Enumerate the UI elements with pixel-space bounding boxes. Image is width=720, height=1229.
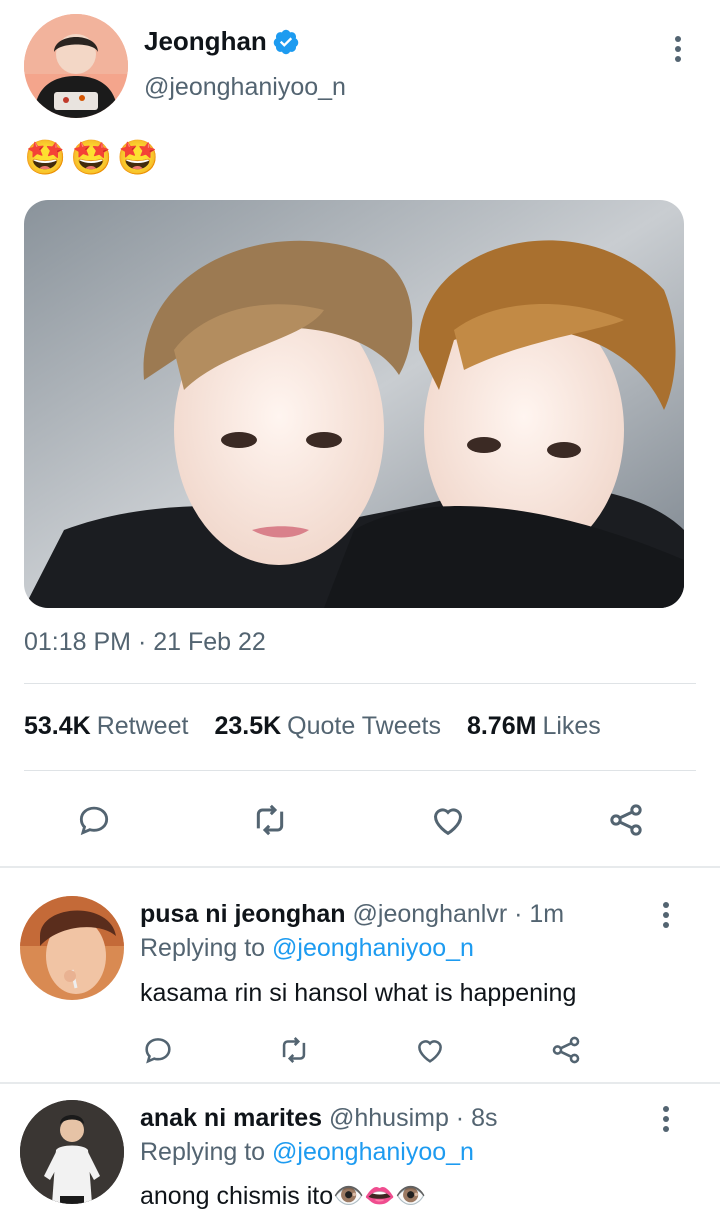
replying-to: Replying to @jeonghaniyoo_n [140,1138,474,1167]
tweet-timestamp[interactable]: 01:18 PM · 21 Feb 22 [24,628,266,657]
reply-author-handle[interactable]: @jeonghanlvr [353,900,508,928]
reply-author-handle[interactable]: @hhusimp [329,1104,449,1132]
tweet-photo[interactable] [24,200,684,608]
reply-dot: · [507,900,530,928]
reply-author-name[interactable]: pusa ni jeonghan [140,900,346,928]
reply-text: anong chismis ito👁️👄👁️ [140,1182,427,1211]
stat-value: 8.76M [466,712,537,740]
stat-label: Retweet [96,712,189,740]
stat-label: Likes [542,712,601,740]
author-avatar[interactable] [24,14,128,118]
reply-tweet[interactable]: pusa ni jeonghan @jeonghanlvr · 1m Reply… [0,868,720,1082]
reply-text: kasama rin si hansol what is happening [140,979,577,1007]
reply-time[interactable]: 8s [471,1104,497,1132]
stat-label: Quote Tweets [287,712,441,740]
reply-time[interactable]: 1m [529,900,564,928]
replying-mention[interactable]: @jeonghaniyoo_n [272,1138,474,1166]
star-struck-emoji: 🤩 [24,139,67,177]
reply-header: anak ni marites @hhusimp · 8s [140,1104,497,1133]
more-icon[interactable] [656,900,676,930]
tweet-stats: 53.4K Retweet 23.5K Quote Tweets 8.76M Like… [24,712,601,741]
more-icon[interactable] [656,1104,676,1134]
share-icon[interactable] [604,798,648,842]
star-struck-emoji: 🤩 [116,139,160,177]
replying-to: Replying to @jeonghaniyoo_n [140,934,474,963]
main-tweet: Jeonghan @jeonghaniyoo_n 🤩 🤩 🤩 01:18 PM … [0,0,720,868]
more-icon[interactable] [666,34,690,64]
stat-value: 53.4K [24,712,91,740]
like-icon[interactable] [408,1028,452,1072]
reply-avatar[interactable] [20,896,124,1000]
divider [24,770,696,771]
divider [24,683,696,684]
like-count[interactable]: 8.76M Likes [467,712,601,741]
retweet-icon[interactable] [248,798,292,842]
replying-prefix: Replying to [140,934,273,962]
reply-icon[interactable] [72,798,116,842]
tweet-actions [0,790,720,850]
reply-tweet[interactable]: anak ni marites @hhusimp · 8s Replying t… [0,1084,720,1229]
author-name[interactable]: Jeonghan [144,26,267,57]
reply-avatar[interactable] [20,1100,124,1204]
like-icon[interactable] [426,798,470,842]
reply-author-name[interactable]: anak ni marites [140,1104,322,1132]
tweet-text: 🤩 🤩 🤩 [24,138,159,178]
verified-badge-icon [273,29,299,55]
reply-dot: · [448,1104,472,1132]
share-icon[interactable] [544,1028,588,1072]
stat-value: 23.5K [214,712,282,740]
eyes-mouth-emoji: 👁️👄👁️ [333,1182,427,1210]
reply-header: pusa ni jeonghan @jeonghanlvr · 1m [140,900,564,929]
retweet-count[interactable]: 53.4K Retweet [24,712,188,741]
author-handle[interactable]: @jeonghaniyoo_n [144,73,346,102]
reply-text-body: anong chismis ito [140,1182,334,1210]
quote-tweet-count[interactable]: 23.5K Quote Tweets [214,712,441,741]
retweet-icon[interactable] [272,1028,316,1072]
reply-icon[interactable] [136,1028,180,1072]
replying-mention[interactable]: @jeonghaniyoo_n [272,934,474,962]
replying-prefix: Replying to [140,1138,273,1166]
star-struck-emoji: 🤩 [70,139,113,177]
